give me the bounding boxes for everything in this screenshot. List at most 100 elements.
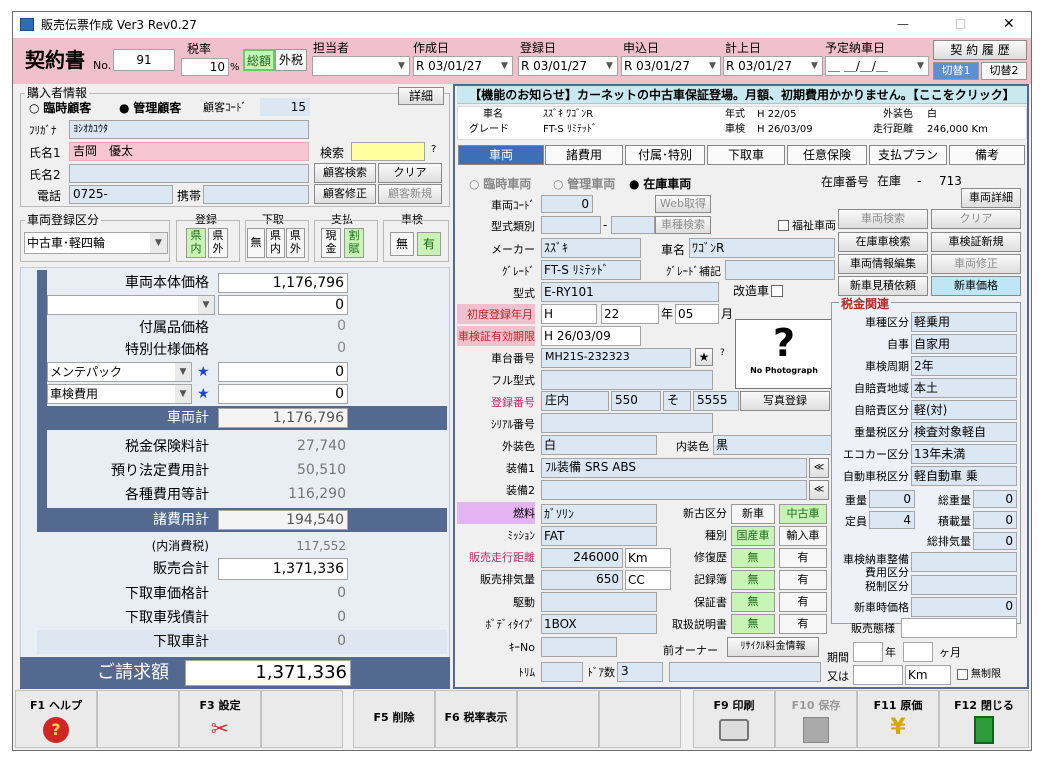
first-reg-era[interactable]: H: [541, 304, 597, 324]
tab-7[interactable]: 備考: [949, 145, 1025, 165]
grade-sup-field[interactable]: [725, 260, 835, 280]
model-class-b[interactable]: [611, 216, 655, 234]
chevron-down-icon[interactable]: ▼: [807, 57, 822, 75]
pay-cash-toggle[interactable]: 現金: [321, 228, 341, 258]
notice-banner[interactable]: 【機能のお知らせ】カーネットの中古車保証登場。月額、初期費用かかりません。【ここ…: [457, 86, 1027, 104]
tax-row-select[interactable]: 本土: [911, 378, 1017, 398]
car-name-select[interactable]: ﾜｺﾞﾝR: [689, 238, 835, 258]
trade-out-toggle[interactable]: 県外: [286, 228, 305, 258]
photo-box[interactable]: ? No Photograph: [735, 319, 833, 389]
chevron-down-icon[interactable]: ▼: [497, 57, 512, 75]
customer-clear-button[interactable]: クリア: [378, 163, 442, 183]
type-select[interactable]: E-RY101: [541, 282, 719, 302]
tax-row-select[interactable]: 13年未満: [911, 444, 1017, 464]
equip1-field[interactable]: ﾌﾙ装備 SRS ABS: [541, 458, 807, 478]
pay-installment-toggle[interactable]: 割賦: [344, 228, 364, 258]
cert-new-button[interactable]: 車検証新規: [931, 232, 1021, 252]
customer-code[interactable]: 15: [260, 98, 310, 116]
f10-save-button[interactable]: F10 保存: [775, 690, 857, 748]
distance-unit-select[interactable]: Km: [625, 548, 671, 568]
period-km[interactable]: [853, 665, 903, 685]
fuel-select[interactable]: ｶﾞｿﾘﾝ: [541, 504, 657, 524]
customer-new-button[interactable]: 顧客新規: [378, 184, 442, 204]
repair-yes-toggle[interactable]: 有: [779, 548, 827, 568]
car-type-search-button[interactable]: 車種検索: [655, 216, 711, 234]
tab-3[interactable]: 付属･特別: [625, 145, 705, 165]
tax-class-select[interactable]: [911, 575, 1017, 595]
tax-row-select[interactable]: 自家用: [911, 334, 1017, 354]
weight-field[interactable]: 0: [869, 490, 915, 508]
switch2-button[interactable]: 切替2: [981, 62, 1027, 80]
regclass-select[interactable]: 中古車･軽四輪: [24, 232, 168, 254]
equip2-expand-button[interactable]: ≪: [809, 480, 829, 500]
total-tax-toggle[interactable]: 総額: [243, 49, 275, 71]
customer-edit-button[interactable]: 顧客修正: [314, 184, 376, 204]
new-car-toggle[interactable]: 新車: [731, 504, 775, 524]
vehicle-detail-button[interactable]: 車両詳細: [961, 188, 1021, 208]
equip2-field[interactable]: [541, 480, 807, 500]
cert-exp-date[interactable]: H 26/03/09: [541, 326, 641, 346]
key-no-field[interactable]: [541, 637, 617, 657]
chevron-down-icon[interactable]: ▼: [150, 233, 167, 253]
period-km-unit[interactable]: Km: [905, 665, 951, 685]
period-months[interactable]: [903, 642, 933, 662]
tab-4[interactable]: 下取車: [707, 145, 785, 165]
f9-print-button[interactable]: F9 印刷: [693, 690, 775, 748]
f8-button[interactable]: [599, 690, 681, 748]
chevron-down-icon[interactable]: ▼: [198, 296, 214, 314]
minimize-icon[interactable]: —: [897, 18, 909, 30]
new-car-price-button[interactable]: 新車価格: [931, 276, 1021, 296]
star-icon[interactable]: ★: [695, 348, 713, 366]
record-yes-toggle[interactable]: 有: [779, 570, 827, 590]
extra-item-value[interactable]: 0: [218, 295, 348, 315]
managed-vehicle-radio[interactable]: ○ 管理車両: [553, 178, 615, 190]
maximize-icon[interactable]: □: [955, 17, 966, 29]
photo-register-button[interactable]: 写真登録: [740, 391, 830, 411]
plate-area[interactable]: 庄内: [541, 391, 609, 411]
chevron-down-icon[interactable]: ▼: [913, 57, 928, 75]
model-class-a[interactable]: [541, 216, 601, 234]
contract-history-button[interactable]: 契 約 履 歴: [933, 40, 1027, 60]
f5-delete-button[interactable]: F5 削除: [353, 690, 435, 748]
chevron-down-icon[interactable]: ▼: [175, 363, 191, 381]
f11-cost-button[interactable]: F11 原価 ¥: [857, 690, 939, 748]
stock-search-button[interactable]: 在庫車検索: [838, 232, 928, 252]
reg-out-toggle[interactable]: 県外: [208, 228, 228, 258]
trim-field[interactable]: [541, 662, 583, 682]
name1-field[interactable]: 吉岡 優太: [69, 142, 309, 161]
f3-settings-button[interactable]: F3 設定 ✂: [179, 690, 261, 748]
f4-button[interactable]: [261, 690, 343, 748]
record-none-toggle[interactable]: 無: [731, 570, 775, 590]
managed-customer-radio[interactable]: ● 管理顧客: [119, 102, 181, 114]
import-toggle[interactable]: 輸入車: [779, 526, 827, 546]
mobile-field[interactable]: [203, 185, 309, 204]
recycle-info-button[interactable]: ﾘｻｲｸﾙ料金情報: [727, 637, 819, 657]
tax-row-select[interactable]: 検査対象軽自: [911, 422, 1017, 442]
temp-customer-radio[interactable]: ○ 臨時顧客: [29, 102, 91, 114]
tax-row-select[interactable]: 2年: [911, 356, 1017, 376]
new-price-field[interactable]: 0: [911, 597, 1017, 617]
tab-2[interactable]: 諸費用: [545, 145, 623, 165]
period-years[interactable]: [853, 642, 883, 662]
drive-select[interactable]: [541, 592, 657, 612]
vehicle-code[interactable]: 0: [541, 195, 593, 213]
web-fetch-button[interactable]: Web取得: [655, 195, 711, 213]
inspect-none-toggle[interactable]: 無: [390, 232, 414, 256]
grade-select[interactable]: FT-S ﾘﾐﾃｯﾄﾞ: [541, 260, 641, 280]
contract-no[interactable]: 91: [113, 49, 175, 71]
mission-select[interactable]: FAT: [541, 526, 657, 546]
extra-item-select[interactable]: [47, 295, 215, 315]
tel-field[interactable]: 0725-: [69, 185, 173, 204]
distance-field[interactable]: 246000: [541, 548, 623, 568]
sales-form-select[interactable]: [901, 618, 1017, 638]
vehicle-info-edit-button[interactable]: 車両情報編集: [838, 254, 928, 274]
customer-search-input[interactable]: [351, 142, 425, 161]
customer-search-button[interactable]: 顧客検索: [314, 163, 376, 183]
chevron-down-icon[interactable]: ▼: [602, 57, 617, 75]
f6-tax-display-button[interactable]: F6 税率表示: [435, 690, 517, 748]
stock-vehicle-radio[interactable]: ● 在庫車両: [629, 178, 691, 190]
tab-5[interactable]: 任意保険: [787, 145, 867, 165]
name2-field[interactable]: [69, 164, 309, 183]
body-type-select[interactable]: 1BOX: [541, 614, 657, 634]
displacement-unit-select[interactable]: CC: [625, 570, 671, 590]
